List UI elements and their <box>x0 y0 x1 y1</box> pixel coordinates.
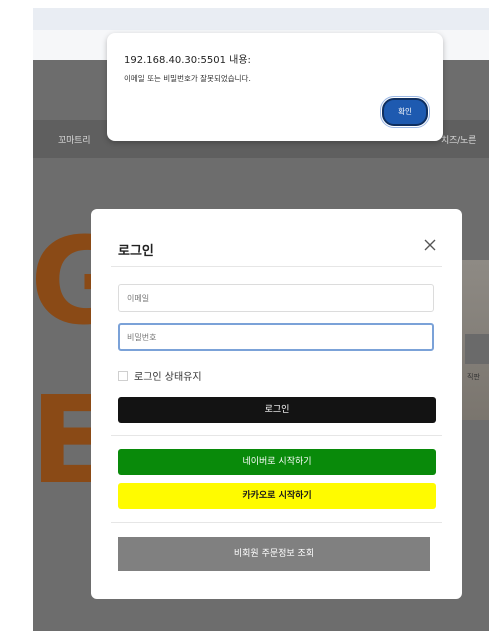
alert-ok-button[interactable]: 확인 <box>380 96 430 128</box>
remember-checkbox[interactable] <box>118 370 128 381</box>
browser-top-area <box>33 8 489 30</box>
nav-item-right[interactable]: 치즈/노른 <box>441 133 476 146</box>
close-icon-svg <box>424 239 436 251</box>
naver-login-button[interactable]: 네이버로 시작하기 <box>118 449 436 475</box>
remember-label: 로그인 상태유지 <box>134 372 202 383</box>
alert-message: 이메일 또는 비밀번호가 잘못되었습니다. <box>124 74 251 83</box>
email-input[interactable] <box>118 284 434 312</box>
modal-title: 로그인 <box>118 244 154 259</box>
guest-order-lookup-button[interactable]: 비회원 주문정보 조회 <box>118 537 430 571</box>
kakao-login-button[interactable]: 카카오로 시작하기 <box>118 483 436 509</box>
alert-origin-text: 192.168.40.30:5501 내용: <box>124 55 251 66</box>
product-photo-label: 직판 <box>467 373 480 381</box>
product-photo-tag <box>465 334 489 364</box>
password-input[interactable] <box>118 323 434 351</box>
nav-item-left[interactable]: 꼬마트리 <box>58 133 91 146</box>
divider-middle <box>111 435 442 436</box>
divider-bottom <box>111 522 442 523</box>
login-modal: 로그인 로그인 상태유지 로그인 네이버로 시작하기 카카오로 시작하기 비회원… <box>91 209 462 599</box>
remember-login[interactable]: 로그인 상태유지 <box>118 368 202 383</box>
login-button[interactable]: 로그인 <box>118 397 436 423</box>
divider-top <box>111 266 442 267</box>
close-icon[interactable] <box>422 238 438 254</box>
browser-alert-dialog: 192.168.40.30:5501 내용: 이메일 또는 비밀번호가 잘못되었… <box>107 33 443 141</box>
